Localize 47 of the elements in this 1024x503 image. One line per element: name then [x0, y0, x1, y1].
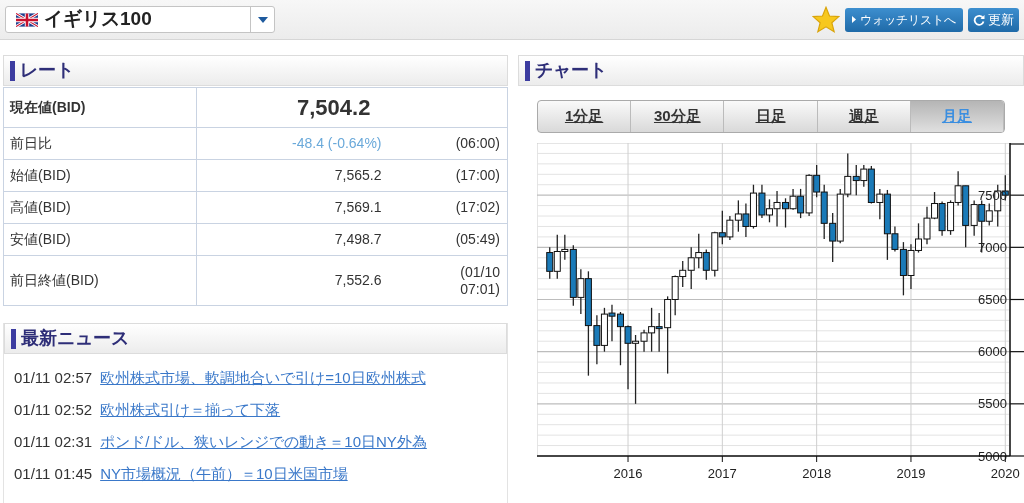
- chart-tab[interactable]: 週足: [817, 101, 911, 132]
- table-cell: 始値(BID): [3, 159, 197, 192]
- chart-tab[interactable]: 日足: [724, 101, 818, 132]
- header-accent-bar: [10, 60, 15, 81]
- section-title: 最新ニュース: [21, 327, 129, 350]
- news-time: 01/11 01:45: [14, 464, 93, 484]
- caret-icon: [257, 16, 268, 23]
- section-title: チャート: [535, 59, 607, 82]
- news-link[interactable]: NY市場概況（午前）＝10日米国市場: [100, 463, 348, 484]
- table-cell: 安値(BID): [3, 223, 197, 256]
- news-time: 01/11 02:57: [14, 368, 93, 388]
- table-cell: (05:49): [387, 223, 508, 256]
- instrument-name: イギリス100: [44, 7, 152, 32]
- table-cell: (01/10 07:01): [387, 255, 508, 306]
- chart-tab[interactable]: 1分足: [538, 101, 632, 132]
- section-title: レート: [20, 59, 74, 82]
- axis-label: 6000: [978, 344, 1007, 360]
- refresh-icon: [973, 13, 985, 26]
- news-time: 01/11 02:31: [14, 432, 93, 452]
- table-cell: 前日比: [3, 127, 197, 160]
- triangle-icon: [852, 16, 856, 23]
- axis-label: 2020: [990, 466, 1020, 481]
- table-cell: 前日終値(BID): [3, 255, 197, 306]
- current-price: 7,504.2: [196, 87, 508, 128]
- refresh-button[interactable]: 更新: [968, 7, 1019, 32]
- axis-label: 6500: [978, 292, 1007, 307]
- axis-label: 2016: [613, 466, 643, 481]
- header-accent-bar: [11, 328, 16, 349]
- table-cell: (06:00): [387, 127, 508, 160]
- axis-label: 5500: [978, 396, 1007, 412]
- instrument-select[interactable]: イギリス100: [5, 6, 275, 33]
- watchlist-button[interactable]: ウォッチリストへ: [845, 7, 963, 32]
- flag-icon: [16, 12, 38, 27]
- table-cell: (17:00): [387, 159, 508, 192]
- axis-label: 2018: [802, 466, 832, 481]
- table-cell: 現在値(BID): [3, 87, 197, 128]
- axis-label: 2017: [707, 466, 737, 481]
- axis-label: 2019: [896, 466, 926, 481]
- news-link[interactable]: 欧州株式市場、軟調地合いで引け=10日欧州株式: [100, 367, 426, 388]
- header-accent-bar: [525, 60, 530, 81]
- news-time: 01/11 02:52: [14, 400, 93, 420]
- star-icon[interactable]: [812, 6, 840, 33]
- table-cell: 高値(BID): [3, 191, 197, 224]
- table-cell: (17:02): [387, 191, 508, 224]
- news-link[interactable]: 欧州株式引け＝揃って下落: [100, 399, 281, 420]
- news-link[interactable]: ポンド/ドル、狭いレンジでの動き＝10日NY外為: [100, 431, 427, 452]
- chart-tab[interactable]: 30分足: [631, 101, 725, 132]
